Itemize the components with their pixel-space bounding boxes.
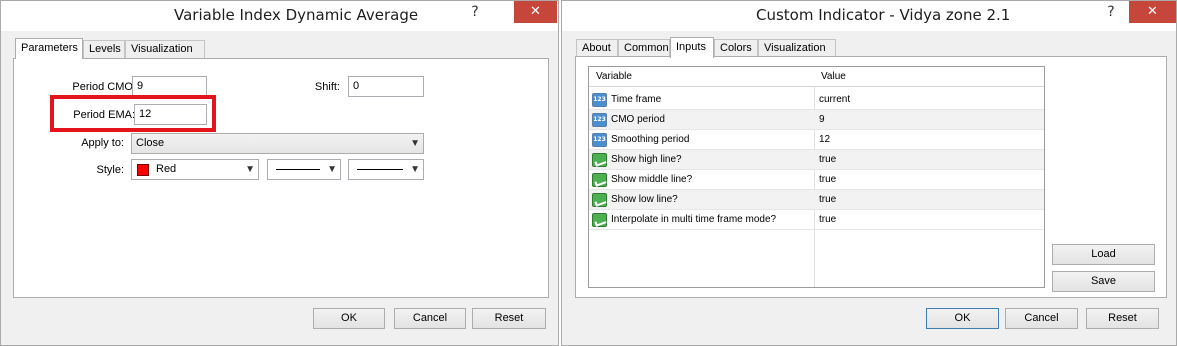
tab-about[interactable]: About <box>576 39 618 57</box>
table-row[interactable]: 123 CMO period 9 <box>589 110 1044 130</box>
table-row[interactable]: 123 Time frame current <box>589 90 1044 110</box>
apply-to-value: Close <box>136 137 165 149</box>
ok-button[interactable]: OK <box>926 308 999 329</box>
shift-input[interactable]: 0 <box>348 76 424 97</box>
table-row[interactable]: 123 Smoothing period 12 <box>589 130 1044 150</box>
table-row[interactable]: Show middle line? true <box>589 170 1044 190</box>
row-value[interactable]: true <box>819 190 836 210</box>
table-header: Variable Value <box>589 67 1044 87</box>
cancel-button[interactable]: Cancel <box>394 308 466 329</box>
window-title: Variable Index Dynamic Average <box>174 6 419 24</box>
inputs-panel: Variable Value 123 Time frame current 12… <box>575 56 1167 298</box>
row-variable: Show low line? <box>611 194 678 205</box>
parameters-panel: Period CMO: 9 Shift: 0 Period EMA: 12 Ap… <box>13 58 549 298</box>
chevron-down-icon: ▼ <box>245 164 255 175</box>
help-icon[interactable]: ? <box>463 1 487 23</box>
boolean-icon <box>592 173 607 187</box>
boolean-icon <box>592 213 607 227</box>
table-row[interactable]: Interpolate in multi time frame mode? tr… <box>589 210 1044 230</box>
close-icon[interactable]: ✕ <box>514 1 557 23</box>
load-button[interactable]: Load <box>1052 244 1155 265</box>
vida-dialog: Variable Index Dynamic Average ? ✕ Param… <box>0 0 559 346</box>
title-bar[interactable]: Custom Indicator - Vidya zone 2.1 ? ✕ <box>562 1 1176 31</box>
color-swatch <box>137 164 149 176</box>
row-variable: Smoothing period <box>611 134 690 145</box>
table-row[interactable]: Show high line? true <box>589 150 1044 170</box>
row-variable: Interpolate in multi time frame mode? <box>611 214 777 225</box>
row-variable: CMO period <box>611 114 665 125</box>
line-width-glyph <box>357 169 403 170</box>
line-width-select[interactable]: ▼ <box>348 159 424 180</box>
row-value[interactable]: true <box>819 150 836 170</box>
header-variable: Variable <box>596 71 632 82</box>
tab-strip: Parameters Levels Visualization <box>15 38 535 60</box>
row-value[interactable]: true <box>819 210 836 230</box>
cancel-button[interactable]: Cancel <box>1005 308 1078 329</box>
tab-visualization[interactable]: Visualization <box>758 39 836 57</box>
style-label: Style: <box>96 164 124 176</box>
reset-button[interactable]: Reset <box>1086 308 1159 329</box>
chevron-down-icon: ▼ <box>327 164 337 175</box>
title-bar[interactable]: Variable Index Dynamic Average ? ✕ <box>1 1 558 31</box>
custom-indicator-dialog: Custom Indicator - Vidya zone 2.1 ? ✕ Ab… <box>561 0 1177 346</box>
numeric-icon: 123 <box>592 93 607 107</box>
tab-levels[interactable]: Levels <box>83 40 125 58</box>
period-cmo-label: Period CMO: <box>72 81 136 93</box>
boolean-icon <box>592 193 607 207</box>
row-value[interactable]: 9 <box>819 110 825 130</box>
apply-to-label: Apply to: <box>81 137 124 149</box>
boolean-icon <box>592 153 607 167</box>
header-value: Value <box>821 71 846 82</box>
row-value[interactable]: current <box>819 90 850 110</box>
shift-label: Shift: <box>314 81 340 93</box>
line-style-select[interactable]: ▼ <box>267 159 341 180</box>
tab-common[interactable]: Common <box>618 39 670 57</box>
tab-colors[interactable]: Colors <box>714 39 758 57</box>
row-variable: Show middle line? <box>611 174 693 185</box>
inputs-table: Variable Value 123 Time frame current 12… <box>588 66 1045 288</box>
tab-visualization[interactable]: Visualization <box>125 40 205 58</box>
reset-button[interactable]: Reset <box>472 308 546 329</box>
save-button[interactable]: Save <box>1052 271 1155 292</box>
numeric-icon: 123 <box>592 133 607 147</box>
line-style-glyph <box>276 169 320 170</box>
row-value[interactable]: true <box>819 170 836 190</box>
highlight-box <box>50 95 216 132</box>
row-variable: Time frame <box>611 94 662 105</box>
row-value[interactable]: 12 <box>819 130 830 150</box>
color-select[interactable]: Red ▼ <box>131 159 259 180</box>
chevron-down-icon: ▼ <box>410 164 420 175</box>
apply-to-select[interactable]: Close ▼ <box>131 133 424 154</box>
table-row[interactable]: Show low line? true <box>589 190 1044 210</box>
chevron-down-icon: ▼ <box>410 138 420 149</box>
tab-parameters[interactable]: Parameters <box>15 38 83 59</box>
help-icon[interactable]: ? <box>1100 1 1122 23</box>
color-value: Red <box>156 163 177 175</box>
tab-inputs[interactable]: Inputs <box>670 37 714 58</box>
row-variable: Show high line? <box>611 154 682 165</box>
ok-button[interactable]: OK <box>313 308 385 329</box>
close-icon[interactable]: ✕ <box>1129 1 1176 23</box>
period-cmo-input[interactable]: 9 <box>132 76 207 97</box>
numeric-icon: 123 <box>592 113 607 127</box>
window-title: Custom Indicator - Vidya zone 2.1 <box>756 6 1011 24</box>
